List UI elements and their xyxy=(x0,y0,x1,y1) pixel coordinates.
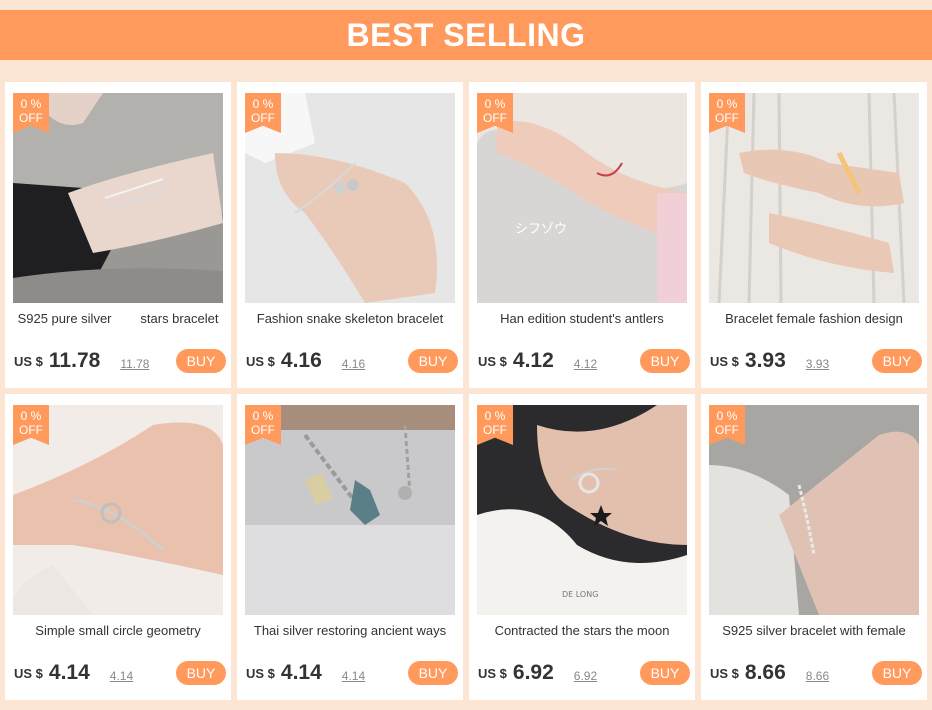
product-title[interactable]: Simple small circle geometry xyxy=(5,623,231,643)
product-price: 11.78 xyxy=(48,349,101,372)
discount-value: 0 % xyxy=(484,409,506,423)
product-card[interactable]: 0 % OFF S925 silver bracelet with female… xyxy=(701,394,927,700)
discount-value: 0 % xyxy=(252,97,274,111)
product-image[interactable]: 0 % OFF xyxy=(245,93,455,303)
discount-label: OFF xyxy=(483,423,507,437)
discount-value: 0 % xyxy=(716,409,738,423)
price-row: US $ 3.93 3.93 BUY xyxy=(710,348,922,374)
product-card[interactable]: 0 % OFF Simple small circle geometry US … xyxy=(5,394,231,700)
banner-title: BEST SELLING xyxy=(346,16,586,53)
original-price: 3.93 xyxy=(805,357,830,371)
best-selling-banner: BEST SELLING xyxy=(0,10,932,60)
discount-value: 0 % xyxy=(252,409,274,423)
product-card[interactable]: 0 % OFF Fashion snake skeleton bracelet … xyxy=(237,82,463,388)
product-price: 4.14 xyxy=(280,661,322,684)
product-image[interactable]: 0 % OFF xyxy=(13,405,223,615)
currency-label: US $ xyxy=(710,353,739,369)
product-image[interactable]: 0 % OFF xyxy=(13,93,223,303)
product-image[interactable]: 0 % OFF xyxy=(245,405,455,615)
discount-label: OFF xyxy=(715,423,739,437)
product-title[interactable]: S925 pure silver stars bracelet xyxy=(5,311,231,331)
product-grid: 0 % OFF S925 pure silver stars bracelet … xyxy=(5,82,931,700)
image-caption: シフゾウ xyxy=(515,222,567,237)
discount-value: 0 % xyxy=(20,97,42,111)
buy-button[interactable]: BUY xyxy=(176,349,226,373)
product-price: 4.12 xyxy=(512,349,554,372)
buy-button[interactable]: BUY xyxy=(408,349,458,373)
discount-value: 0 % xyxy=(484,97,506,111)
product-card[interactable]: シフゾウ 0 % OFF Han edition student's antle… xyxy=(469,82,695,388)
price-row: US $ 4.16 4.16 BUY xyxy=(246,348,458,374)
discount-value: 0 % xyxy=(716,97,738,111)
price-row: US $ 4.14 4.14 BUY xyxy=(246,660,458,686)
discount-label: OFF xyxy=(483,111,507,125)
price-row: US $ 4.12 4.12 BUY xyxy=(478,348,690,374)
currency-label: US $ xyxy=(478,665,507,681)
buy-button[interactable]: BUY xyxy=(640,661,690,685)
currency-label: US $ xyxy=(246,353,275,369)
original-price: 8.66 xyxy=(805,669,830,683)
currency-label: US $ xyxy=(478,353,507,369)
product-title[interactable]: Fashion snake skeleton bracelet xyxy=(237,311,463,331)
product-title[interactable]: Contracted the stars the moon xyxy=(469,623,695,643)
price-row: US $ 4.14 4.14 BUY xyxy=(14,660,226,686)
discount-label: OFF xyxy=(251,111,275,125)
discount-label: OFF xyxy=(251,423,275,437)
image-caption: DE LONG xyxy=(562,590,598,599)
product-card[interactable]: 0 % OFF Bracelet female fashion design U… xyxy=(701,82,927,388)
price-row: US $ 8.66 8.66 BUY xyxy=(710,660,922,686)
buy-button[interactable]: BUY xyxy=(872,349,922,373)
product-title[interactable]: Thai silver restoring ancient ways xyxy=(237,623,463,643)
product-title[interactable]: S925 silver bracelet with female xyxy=(701,623,927,643)
price-row: US $ 11.78 11.78 BUY xyxy=(14,348,226,374)
product-title[interactable]: Bracelet female fashion design xyxy=(701,311,927,331)
price-row: US $ 6.92 6.92 BUY xyxy=(478,660,690,686)
product-card[interactable]: 0 % OFF Thai silver restoring ancient wa… xyxy=(237,394,463,700)
discount-label: OFF xyxy=(19,111,43,125)
original-price: 11.78 xyxy=(120,357,150,371)
discount-label: OFF xyxy=(715,111,739,125)
product-price: 4.14 xyxy=(48,661,90,684)
product-card[interactable]: 0 % OFF S925 pure silver stars bracelet … xyxy=(5,82,231,388)
product-image[interactable]: 0 % OFF xyxy=(709,405,919,615)
product-title[interactable]: Han edition student's antlers xyxy=(469,311,695,331)
product-price: 6.92 xyxy=(512,661,554,684)
buy-button[interactable]: BUY xyxy=(872,661,922,685)
original-price: 4.12 xyxy=(573,357,598,371)
currency-label: US $ xyxy=(710,665,739,681)
currency-label: US $ xyxy=(14,353,43,369)
buy-button[interactable]: BUY xyxy=(408,661,458,685)
discount-value: 0 % xyxy=(20,409,42,423)
buy-button[interactable]: BUY xyxy=(176,661,226,685)
product-image[interactable]: DE LONG 0 % OFF xyxy=(477,405,687,615)
original-price: 6.92 xyxy=(573,669,598,683)
original-price: 4.14 xyxy=(109,669,134,683)
original-price: 4.14 xyxy=(341,669,366,683)
product-image[interactable]: シフゾウ 0 % OFF xyxy=(477,93,687,303)
product-image[interactable]: 0 % OFF xyxy=(709,93,919,303)
original-price: 4.16 xyxy=(341,357,366,371)
currency-label: US $ xyxy=(14,665,43,681)
product-card[interactable]: DE LONG 0 % OFF Contracted the stars the… xyxy=(469,394,695,700)
product-price: 4.16 xyxy=(280,349,322,372)
currency-label: US $ xyxy=(246,665,275,681)
product-price: 3.93 xyxy=(744,349,786,372)
product-price: 8.66 xyxy=(744,661,786,684)
buy-button[interactable]: BUY xyxy=(640,349,690,373)
discount-label: OFF xyxy=(19,423,43,437)
